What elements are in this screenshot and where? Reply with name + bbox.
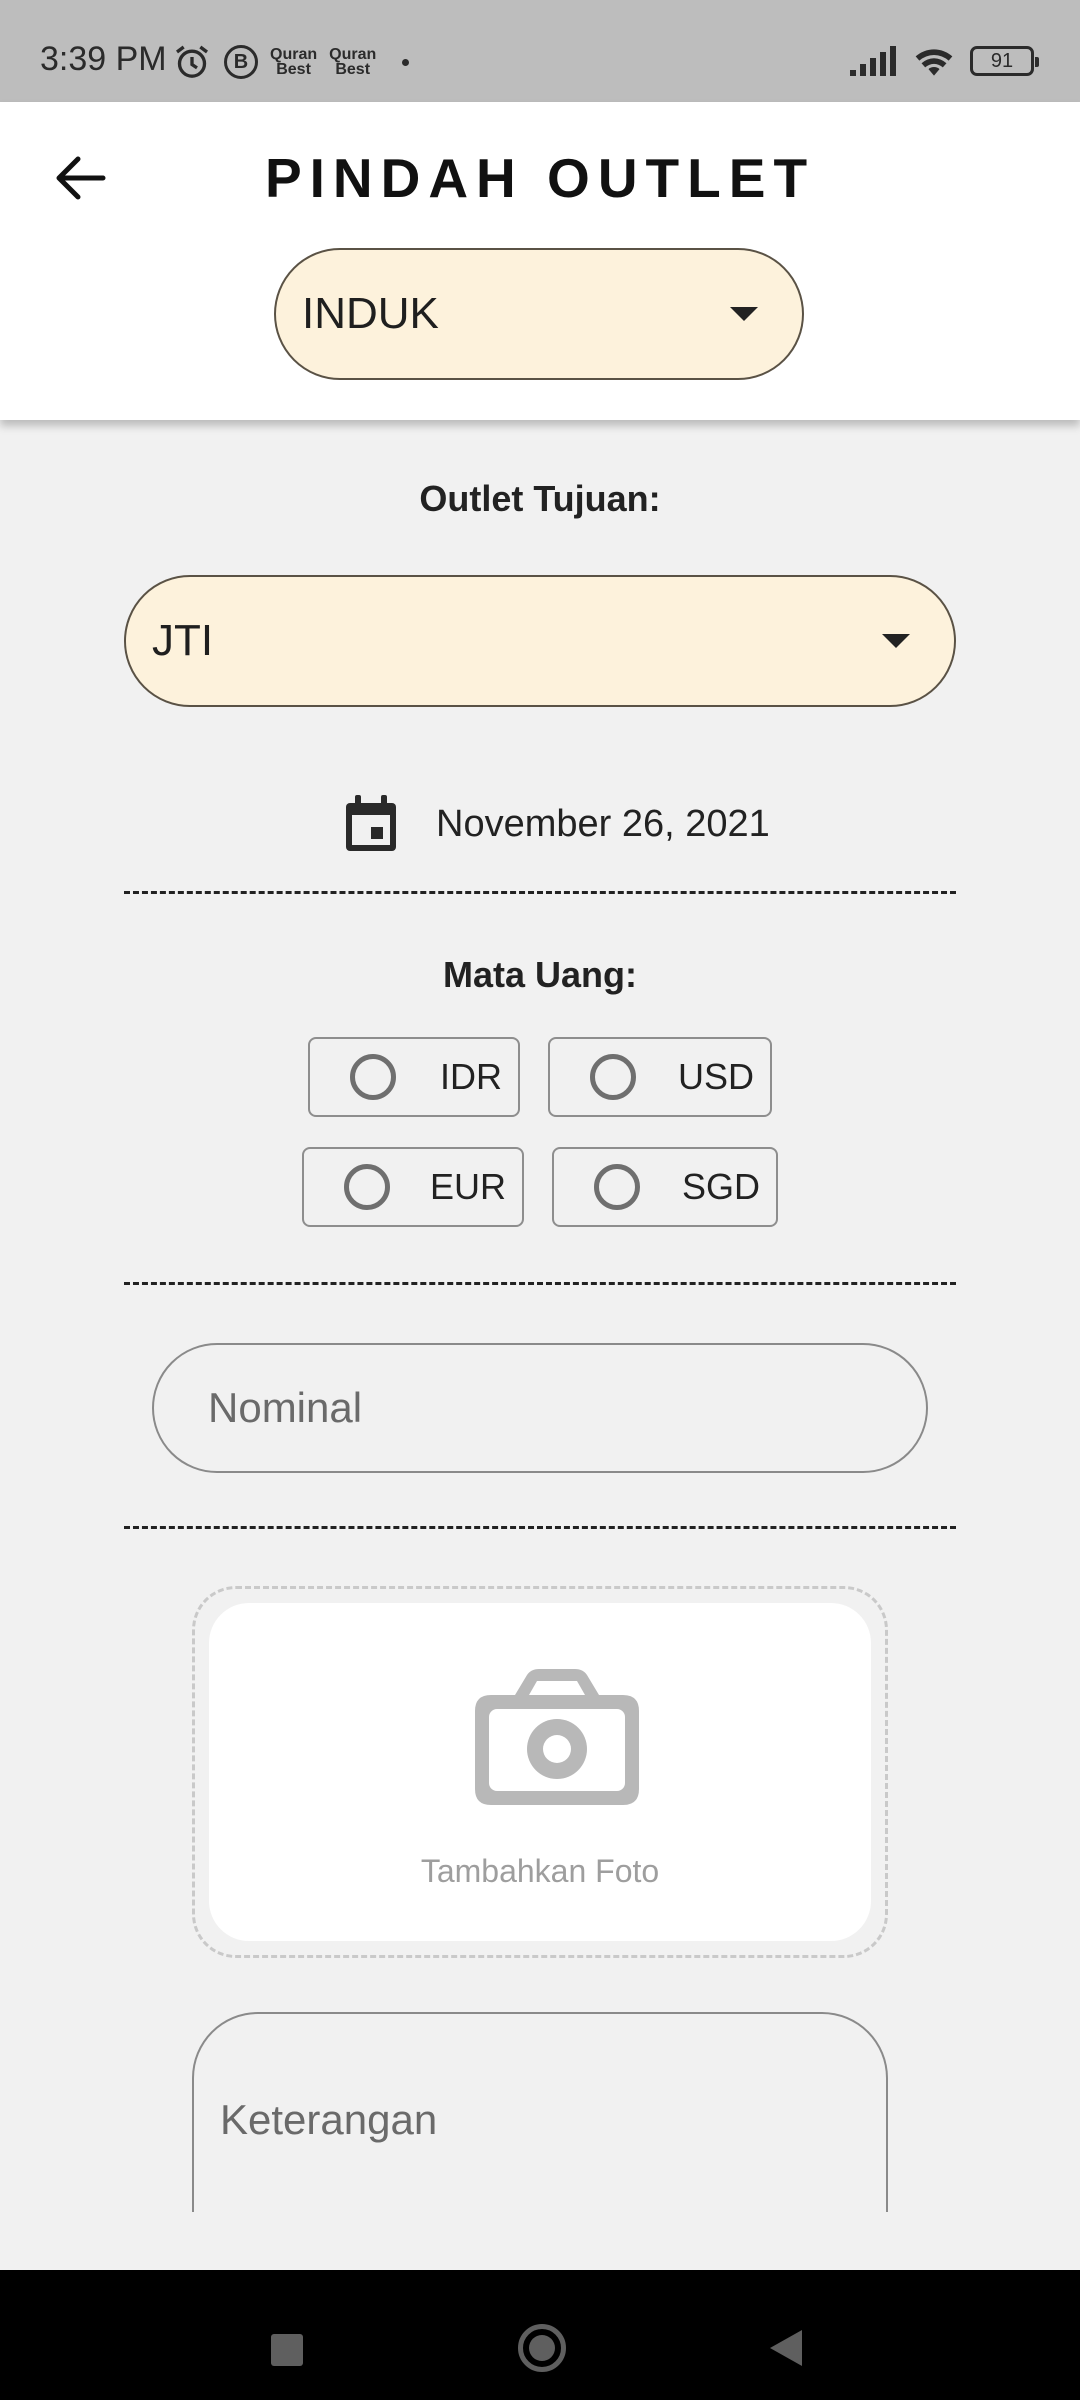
calendar-icon xyxy=(346,795,396,851)
b-app-icon: B xyxy=(224,45,258,79)
home-button[interactable] xyxy=(518,2324,566,2372)
date-value: November 26, 2021 xyxy=(436,802,770,845)
target-outlet-dropdown[interactable]: JTI xyxy=(124,575,956,707)
system-back-button[interactable] xyxy=(770,2330,802,2366)
caret-down-icon xyxy=(730,307,758,321)
status-icons-left: B Quran Best Quran Best xyxy=(172,42,410,82)
add-photo-area[interactable]: Tambahkan Foto xyxy=(192,1586,888,1958)
quran-best-icon: Quran Best xyxy=(329,46,377,78)
keterangan-placeholder: Keterangan xyxy=(220,2096,438,2143)
system-nav-bar xyxy=(0,2270,1080,2400)
add-photo-card: Tambahkan Foto xyxy=(209,1603,871,1941)
notification-dot-icon xyxy=(402,58,410,66)
page-title: PINDAH OUTLET xyxy=(264,147,816,209)
add-photo-label: Tambahkan Foto xyxy=(420,1853,660,1889)
currency-option-label: SGD xyxy=(681,1166,760,1207)
currency-radio-usd[interactable]: USD xyxy=(548,1037,772,1117)
currency-radio-sgd[interactable]: SGD xyxy=(552,1147,778,1227)
divider xyxy=(124,1282,956,1285)
alarm-icon xyxy=(176,45,208,78)
currency-option-label: EUR xyxy=(429,1166,506,1207)
quran-top-text: Quran xyxy=(329,46,377,63)
target-outlet-value: JTI xyxy=(152,616,214,665)
currency-label: Mata Uang: xyxy=(442,954,637,995)
recents-button[interactable] xyxy=(271,2334,303,2366)
caret-down-icon xyxy=(882,634,910,648)
radio-unchecked-icon xyxy=(350,1054,396,1100)
currency-radio-eur[interactable]: EUR xyxy=(302,1147,524,1227)
source-outlet-dropdown[interactable]: INDUK xyxy=(274,248,804,380)
camera-icon xyxy=(475,1669,639,1805)
status-bar: 3:39 PM B Quran Best Quran Best 91 xyxy=(0,0,1080,102)
source-outlet-value: INDUK xyxy=(302,289,439,338)
nominal-placeholder: Nominal xyxy=(208,1384,363,1431)
currency-option-label: IDR xyxy=(440,1056,502,1097)
keterangan-textarea[interactable]: Keterangan xyxy=(192,2012,888,2212)
signal-icon xyxy=(850,46,896,76)
currency-option-label: USD xyxy=(677,1056,754,1097)
nominal-input[interactable]: Nominal xyxy=(152,1343,928,1473)
wifi-icon xyxy=(915,49,953,76)
status-time: 3:39 PM xyxy=(40,40,167,78)
date-picker[interactable]: November 26, 2021 xyxy=(344,795,770,853)
app-header: PINDAH OUTLET INDUK xyxy=(0,102,1080,420)
quran-bottom-text: Best xyxy=(335,61,371,78)
quran-bottom-text: Best xyxy=(276,61,311,78)
status-icons-right: 91 xyxy=(850,44,1039,78)
currency-radio-idr[interactable]: IDR xyxy=(308,1037,520,1117)
quran-top-text: Quran xyxy=(270,46,318,63)
radio-unchecked-icon xyxy=(344,1164,390,1210)
radio-unchecked-icon xyxy=(590,1054,636,1100)
divider xyxy=(124,1526,956,1529)
target-outlet-label: Outlet Tujuan: xyxy=(419,478,661,519)
divider xyxy=(124,891,956,894)
radio-unchecked-icon xyxy=(594,1164,640,1210)
quran-best-icon: Quran Best xyxy=(270,46,318,78)
battery-icon: 91 xyxy=(970,46,1039,76)
